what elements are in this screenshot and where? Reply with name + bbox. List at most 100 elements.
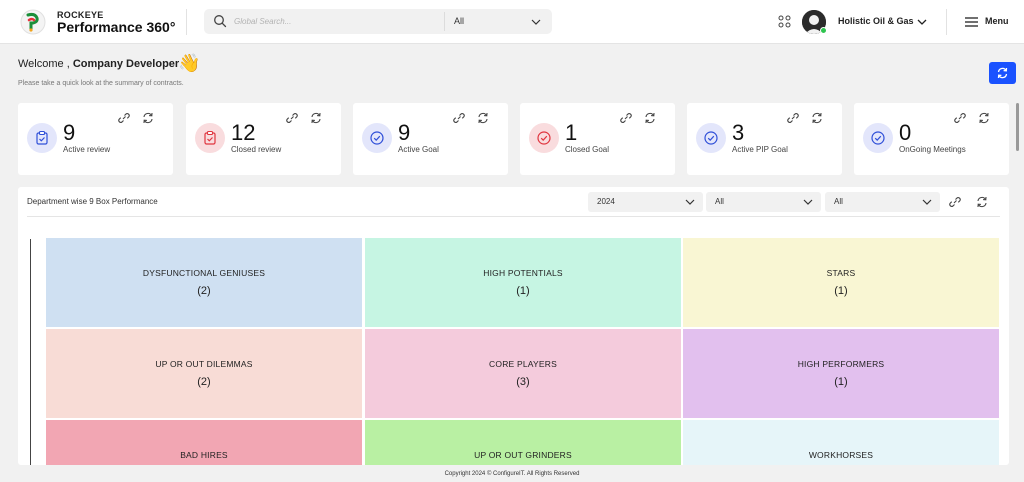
stat-icon-badge bbox=[696, 123, 726, 153]
link-icon[interactable] bbox=[787, 112, 799, 124]
nine-box-cell[interactable]: UP OR OUT GRINDERS bbox=[365, 420, 681, 465]
header-divider bbox=[186, 9, 187, 35]
global-search-bar[interactable]: All bbox=[204, 9, 552, 34]
stat-value: 0 bbox=[899, 120, 912, 145]
check-circle-icon bbox=[704, 131, 718, 145]
global-search-input[interactable] bbox=[234, 14, 434, 29]
link-icon[interactable] bbox=[453, 112, 465, 124]
organization-name[interactable]: Holistic Oil & Gas bbox=[838, 16, 914, 26]
refresh-dashboard-button[interactable] bbox=[989, 62, 1016, 84]
header-divider bbox=[946, 9, 947, 35]
clipboard-check-icon bbox=[36, 130, 48, 145]
stat-card[interactable]: 12 Closed review bbox=[186, 103, 341, 175]
stat-label: Closed review bbox=[231, 145, 282, 154]
stat-card[interactable]: 9 Active review bbox=[18, 103, 173, 175]
link-icon[interactable] bbox=[118, 112, 130, 124]
nine-box-cell[interactable]: UP OR OUT DILEMMAS (2) bbox=[46, 329, 362, 418]
online-status-indicator bbox=[820, 27, 827, 34]
nine-box-panel: Department wise 9 Box Performance 2024 A… bbox=[18, 187, 1009, 465]
stat-icon-badge bbox=[863, 123, 893, 153]
refresh-icon[interactable] bbox=[978, 112, 990, 124]
refresh-icon[interactable] bbox=[477, 112, 489, 124]
stat-value: 1 bbox=[565, 120, 578, 145]
nine-box-count: (1) bbox=[516, 285, 530, 297]
nine-box-cell[interactable]: HIGH PERFORMERS (1) bbox=[683, 329, 999, 418]
stat-icon-badge bbox=[362, 123, 392, 153]
menu-button[interactable]: Menu bbox=[985, 16, 1009, 26]
employee-filter-select[interactable]: All bbox=[825, 192, 940, 212]
check-circle-icon bbox=[871, 131, 885, 145]
page-scrollbar[interactable] bbox=[1016, 103, 1019, 151]
nine-box-count: (2) bbox=[197, 285, 211, 297]
search-icon bbox=[214, 15, 227, 28]
panel-title: Department wise 9 Box Performance bbox=[27, 197, 158, 206]
welcome-heading: Welcome , Company Developer bbox=[18, 58, 179, 70]
hamburger-menu-icon[interactable] bbox=[965, 17, 978, 27]
refresh-icon[interactable] bbox=[644, 112, 656, 124]
top-header: ROCKEYE Performance 360° All Holistic Oi… bbox=[0, 0, 1024, 44]
rockeye-logo-icon[interactable] bbox=[20, 9, 46, 35]
nine-box-title: STARS bbox=[826, 268, 856, 278]
stat-value: 3 bbox=[732, 120, 745, 145]
nine-box-count: (1) bbox=[834, 376, 848, 388]
refresh-icon[interactable] bbox=[142, 112, 154, 124]
nine-box-cell[interactable]: WORKHORSES bbox=[683, 420, 999, 465]
footer-copyright: Copyright 2024 © ConfigureIT. All Rights… bbox=[444, 471, 580, 477]
panel-divider bbox=[27, 216, 1000, 217]
stat-icon-badge bbox=[529, 123, 559, 153]
chevron-down-icon bbox=[685, 199, 695, 205]
search-divider bbox=[444, 12, 445, 31]
clipboard-check-icon bbox=[204, 130, 216, 145]
welcome-subtitle: Please take a quick look at the summary … bbox=[18, 80, 184, 87]
stat-label: OnGoing Meetings bbox=[899, 145, 966, 154]
chevron-down-icon[interactable] bbox=[916, 17, 928, 27]
year-filter-select[interactable]: 2024 bbox=[588, 192, 703, 212]
stat-label: Active Goal bbox=[398, 145, 439, 154]
nine-box-title: WORKHORSES bbox=[808, 450, 874, 460]
link-icon[interactable] bbox=[954, 112, 966, 124]
link-icon[interactable] bbox=[286, 112, 298, 124]
stat-label: Active review bbox=[63, 145, 111, 154]
nine-box-title: HIGH PERFORMERS bbox=[797, 359, 885, 369]
link-icon[interactable] bbox=[949, 196, 961, 208]
stat-label: Active PIP Goal bbox=[732, 145, 788, 154]
nine-box-title: CORE PLAYERS bbox=[489, 359, 557, 369]
grid-y-axis bbox=[30, 239, 31, 465]
refresh-icon[interactable] bbox=[310, 112, 322, 124]
nine-box-title: UP OR OUT GRINDERS bbox=[474, 450, 572, 460]
department-filter-value: All bbox=[715, 197, 724, 206]
nine-box-cell[interactable]: DYSFUNCTIONAL GENIUSES (2) bbox=[46, 238, 362, 327]
search-scope-select[interactable]: All bbox=[454, 16, 464, 26]
stat-card[interactable]: 0 OnGoing Meetings bbox=[854, 103, 1009, 175]
check-circle-icon bbox=[370, 131, 384, 145]
refresh-icon bbox=[997, 67, 1008, 79]
stat-icon-badge bbox=[27, 123, 57, 153]
stat-card[interactable]: 1 Closed Goal bbox=[520, 103, 675, 175]
refresh-icon[interactable] bbox=[811, 112, 823, 124]
nine-box-title: BAD HIRES bbox=[180, 450, 228, 460]
employee-filter-value: All bbox=[834, 197, 843, 206]
nine-box-count: (3) bbox=[516, 376, 530, 388]
link-icon[interactable] bbox=[620, 112, 632, 124]
apps-grid-icon[interactable] bbox=[778, 15, 791, 28]
welcome-greeting: Welcome , bbox=[18, 58, 70, 70]
nine-box-cell[interactable]: STARS (1) bbox=[683, 238, 999, 327]
refresh-icon[interactable] bbox=[976, 196, 988, 208]
nine-box-title: HIGH POTENTIALS bbox=[483, 268, 563, 278]
stat-label: Closed Goal bbox=[565, 145, 610, 154]
nine-box-cell[interactable]: CORE PLAYERS (3) bbox=[365, 329, 681, 418]
chevron-down-icon bbox=[803, 199, 813, 205]
department-filter-select[interactable]: All bbox=[706, 192, 821, 212]
nine-box-title: DYSFUNCTIONAL GENIUSES bbox=[142, 268, 266, 278]
stat-card[interactable]: 9 Active Goal bbox=[353, 103, 508, 175]
nine-box-cell[interactable]: HIGH POTENTIALS (1) bbox=[365, 238, 681, 327]
welcome-user-name: Company Developer bbox=[72, 58, 180, 70]
stat-card[interactable]: 3 Active PIP Goal bbox=[687, 103, 842, 175]
chevron-down-icon[interactable] bbox=[530, 17, 542, 27]
nine-box-cell[interactable]: BAD HIRES bbox=[46, 420, 362, 465]
nine-box-count: (1) bbox=[834, 285, 848, 297]
brand-title: Performance 360° bbox=[57, 19, 176, 35]
stat-value: 9 bbox=[63, 120, 76, 145]
nine-box-title: UP OR OUT DILEMMAS bbox=[155, 359, 253, 369]
year-filter-value: 2024 bbox=[597, 197, 615, 206]
